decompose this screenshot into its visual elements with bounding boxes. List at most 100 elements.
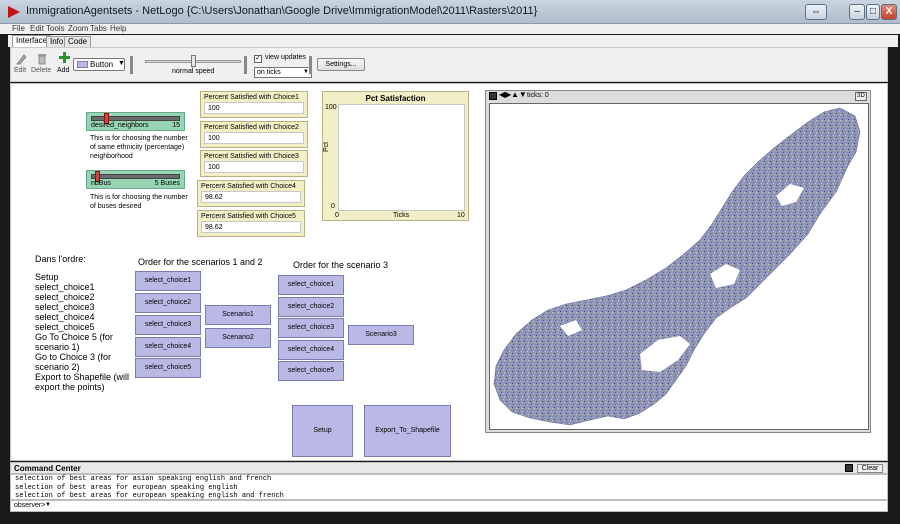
tab-code[interactable]: Code [64,36,92,47]
menu-edit[interactable]: Edit [30,24,44,34]
scenario3-heading: Order for the scenario 3 [293,260,389,270]
maximize-button[interactable]: □ [866,4,880,20]
slider-value: 5 Buses [154,180,180,187]
expand-icon[interactable] [845,464,853,472]
clear-button[interactable]: Clear [857,464,883,473]
menu-tabs[interactable]: Tabs [90,24,107,34]
widget-type-dropdown[interactable]: Button ▼ [73,58,125,71]
select-choice5-button[interactable]: select_choice5 [135,358,201,378]
output-line: selection of best areas for european spe… [15,483,238,492]
plot-ylabel: Pct [323,141,330,152]
instruction-line: select_choice3 [35,302,95,312]
speed-label: normal speed [172,68,215,75]
plot-title: Pct Satisfaction [365,94,426,103]
instruction-line: Go to Choice 3 (for [35,352,112,362]
world-map-canvas[interactable] [489,103,869,430]
monitor-value: 98.62 [201,221,301,233]
settings-button[interactable]: Settings... [317,58,365,71]
select-choice4-button[interactable]: select_choice4 [135,337,201,357]
montreal-island-map [493,107,861,426]
monitor-choice1: Percent Satisfied with Choice1 100 [200,91,308,118]
window-title: ImmigrationAgentsets - NetLogo {C:\Users… [26,5,538,17]
output-line: selection of best areas for asian speaki… [15,475,272,483]
export-shapefile-button[interactable]: Export_To_Shapefile [364,405,451,457]
plot-ymax: 100 [325,104,337,111]
arrows-icon[interactable]: ◀▶ [499,90,511,99]
setup-button[interactable]: Setup [292,405,353,457]
toolbar-separator [130,56,133,74]
instructions-heading: Dans l'ordre: [35,254,86,264]
slider-note: This is for choosing the number of same … [90,135,188,160]
plot-area [338,104,465,211]
scenario1-button[interactable]: Scenario1 [205,305,271,325]
monitor-value: 100 [204,161,304,173]
restore-icon[interactable]: ⇔ [805,4,827,20]
netlogo-logo-icon [8,6,20,18]
edit-button[interactable]: Edit [14,67,26,74]
scenario12-heading: Order for the scenarios 1 and 2 [138,257,263,267]
menu-file[interactable]: File [12,24,25,34]
command-center-header: Command Center Clear [10,462,888,474]
menu-zoom[interactable]: Zoom [68,24,88,34]
slider-note: This is for choosing the number of buses… [90,194,188,210]
monitor-label: Percent Satisfied with Choice2 [204,124,299,131]
monitor-label: Percent Satisfied with Choice5 [201,213,296,220]
select-choice1-button[interactable]: select_choice1 [135,271,201,291]
view-updates-checkbox[interactable]: ✓ [254,55,262,63]
scenario3-button[interactable]: Scenario3 [348,325,414,345]
instruction-line: scenario 2) [35,362,80,372]
edit-icon[interactable] [16,53,26,65]
slider-name: nbBus [91,180,111,187]
slider-nbbus[interactable]: nbBus 5 Buses [86,170,185,189]
view-3d-button[interactable]: 3D [855,92,867,101]
speed-slider-handle[interactable] [191,55,196,67]
monitor-label: Percent Satisfied with Choice1 [204,94,299,101]
plot-xmax: 10 [457,212,465,219]
monitor-label: Percent Satisfied with Choice3 [204,153,299,160]
select-choice2-button[interactable]: select_choice2 [278,297,344,317]
add-icon[interactable] [59,52,70,63]
toolbar-separator [309,56,312,74]
slider-desired-neighbors[interactable]: desired_neighbors 15 [86,112,185,131]
plot-ymin: 0 [331,203,335,210]
select-choice3-button[interactable]: select_choice3 [135,315,201,335]
interface-toolbar: Edit Delete Add Button ▼ normal speed ✓ … [10,47,888,82]
menu-help[interactable]: Help [110,24,126,34]
view-menu-icon[interactable] [489,92,497,100]
select-choice5-button[interactable]: select_choice5 [278,361,344,381]
select-choice4-button[interactable]: select_choice4 [278,340,344,360]
monitor-choice4: Percent Satisfied with Choice4 98.62 [197,180,305,207]
command-center-output[interactable]: selection of best areas for asian speaki… [10,474,888,500]
minimize-button[interactable]: – [849,4,865,20]
command-input-row[interactable]: observer> ▼ [10,500,888,512]
select-choice1-button[interactable]: select_choice1 [278,275,344,295]
widget-type-value: Button [90,60,114,69]
add-button[interactable]: Add [57,67,69,74]
update-mode-dropdown[interactable]: on ticks ▼ [254,67,312,78]
trash-icon[interactable] [37,53,47,65]
select-choice3-button[interactable]: select_choice3 [278,318,344,338]
delete-button[interactable]: Delete [31,67,51,74]
title-bar[interactable]: ImmigrationAgentsets - NetLogo {C:\Users… [0,0,900,24]
slider-name: desired_neighbors [91,122,149,129]
command-center-title: Command Center [14,464,81,473]
instruction-line: export the points) [35,382,105,392]
slider-track[interactable] [91,174,180,179]
monitor-value: 100 [204,102,304,114]
menu-bar: File Edit Tools Zoom Tabs Help [0,24,900,34]
world-view: ◀▶ ▲▼ ticks: 0 3D [485,90,871,433]
chevron-down-icon: ▼ [118,60,125,67]
slider-value: 15 [172,122,180,129]
menu-tools[interactable]: Tools [46,24,65,34]
instruction-line: scenario 1) [35,342,80,352]
plot-pct-satisfaction: Pct Satisfaction 100 0 Pct 0 Ticks 10 [322,91,469,221]
plot-xmin: 0 [335,212,339,219]
speed-arrows-icon[interactable]: ▲▼ [511,90,527,99]
instruction-line: select_choice1 [35,282,95,292]
scenario2-button[interactable]: Scenario2 [205,328,271,348]
select-choice2-button[interactable]: select_choice2 [135,293,201,313]
close-button[interactable]: X [881,4,897,20]
instruction-line: Setup [35,272,59,282]
observer-prompt[interactable]: observer> [14,502,45,509]
monitor-choice5: Percent Satisfied with Choice5 98.62 [197,210,305,237]
